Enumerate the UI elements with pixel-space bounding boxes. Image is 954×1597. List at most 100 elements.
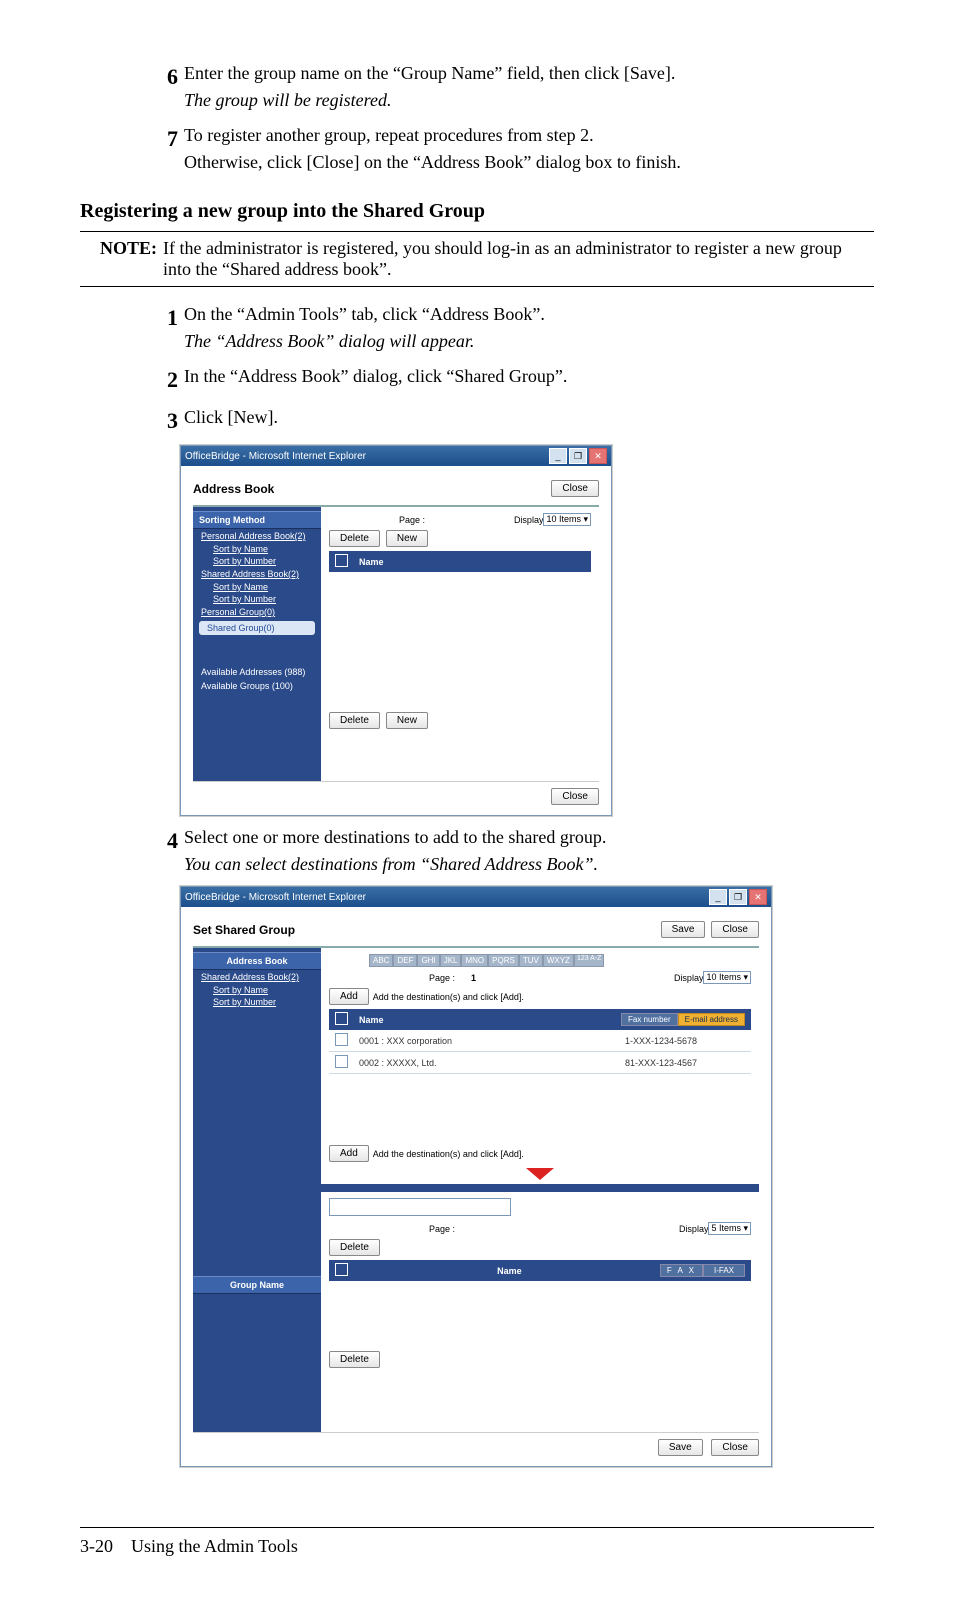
sidebar-personal-group[interactable]: Personal Group(0) [193,605,321,619]
sidebar-sort-by-name[interactable]: Sort by Name [193,984,321,996]
sidebar-available-addresses: Available Addresses (988) [193,665,321,679]
alpha-tab[interactable]: TUV [519,954,543,967]
step-text: Click [New]. [184,407,278,427]
fax-tab[interactable]: F A X [660,1264,703,1277]
close-icon[interactable]: ✕ [749,889,767,905]
footer-title: Using the Admin Tools [131,1536,298,1557]
sidebar-shared-ab[interactable]: Shared Address Book(2) [193,567,321,581]
add-row: Add Add the destination(s) and click [Ad… [329,988,751,1005]
display-value: 10 Items [546,514,581,524]
toolbar-top: Page : Display 10 Items ▾ [329,513,591,526]
window-title: OfficeBridge - Microsoft Internet Explor… [185,451,366,462]
sidebar-personal-ab[interactable]: Personal Address Book(2) [193,529,321,543]
table-header-lower: Name F A XI-FAX [329,1260,751,1281]
email-address-tab[interactable]: E-mail address [678,1013,745,1026]
step-number: 4 [150,824,184,878]
name-column-header: Name [353,1015,621,1025]
upper-step-list: 6 Enter the group name on the “Group Nam… [150,60,874,176]
arrow-down-icon [526,1168,554,1180]
table-row: 0001 : XXX corporation 1-XXX-1234-5678 [329,1030,751,1052]
sidebar-shared-group-active[interactable]: Shared Group(0) [199,621,315,635]
delete-button[interactable]: Delete [329,1351,380,1368]
table-header: Name [329,551,591,572]
alpha-tab[interactable]: WXYZ [543,954,574,967]
alpha-tab[interactable]: PQRS [488,954,519,967]
ifax-tab[interactable]: I-FAX [703,1264,745,1277]
sidebar-sort-by-number[interactable]: Sort by Number [193,996,321,1008]
sidebar-sort-by-name[interactable]: Sort by Name [193,581,321,593]
sidebar-sort-by-number[interactable]: Sort by Number [193,593,321,605]
dialog-title: Set Shared Group [193,923,655,937]
step-text: On the “Admin Tools” tab, click “Address… [184,304,545,324]
close-icon[interactable]: ✕ [589,448,607,464]
new-button[interactable]: New [386,530,428,547]
dialog-body: Address Book Shared Address Book(2) Sort… [193,948,759,1432]
page-label: Page : [429,1224,455,1234]
delete-button[interactable]: Delete [329,530,380,547]
display-label: Display [674,973,704,983]
step-number: 2 [150,363,184,396]
sidebar-sort-by-number[interactable]: Sort by Number [193,555,321,567]
add-button[interactable]: Add [329,988,369,1005]
close-button[interactable]: Close [711,921,759,938]
display-select[interactable]: 10 Items ▾ [543,513,591,526]
step-7: 7 To register another group, repeat proc… [150,122,874,176]
alpha-tab[interactable]: MNO [461,954,488,967]
sidebar: Sorting Method Personal Address Book(2) … [193,507,321,781]
sidebar-shared-ab[interactable]: Shared Address Book(2) [193,970,321,984]
display-select[interactable]: 5 Items ▾ [708,1222,751,1235]
toolbar-lower: Page : Display 5 Items ▾ [329,1222,751,1235]
sidebar-address-book: Address Book [193,952,321,970]
sidebar-sort-by-name[interactable]: Sort by Name [193,543,321,555]
select-all-checkbox[interactable] [335,1012,348,1025]
maximize-icon[interactable]: ❐ [729,889,747,905]
empty-lower-table [329,1281,751,1351]
save-button[interactable]: Save [658,1439,703,1456]
step-italic: The group will be registered. [184,90,391,110]
table-header: Name Fax numberE-mail address [329,1009,751,1030]
alpha-tab[interactable]: ABC [369,954,393,967]
page-value: 1 [471,973,476,983]
row-checkbox[interactable] [335,1055,348,1068]
add-button[interactable]: Add [329,1145,369,1162]
row-checkbox[interactable] [335,1033,348,1046]
fax-number-tab[interactable]: Fax number [621,1013,678,1026]
close-button[interactable]: Close [711,1439,759,1456]
display-select[interactable]: 10 Items ▾ [703,971,751,984]
page-label: Page : [429,973,455,983]
row-name: 0002 : XXXXX, Ltd. [353,1058,625,1068]
step-list-after-ss1: 4 Select one or more destinations to add… [150,824,874,878]
step-body: On the “Admin Tools” tab, click “Address… [184,301,545,355]
select-all-checkbox[interactable] [335,554,348,567]
add-hint: Add the destination(s) and click [Add]. [373,1149,524,1159]
alpha-tab[interactable]: 123 A-Z [574,954,605,967]
delete-button[interactable]: Delete [329,1239,380,1256]
close-button[interactable]: Close [551,480,599,497]
page-number: 3-20 [80,1536,113,1557]
step-body: In the “Address Book” dialog, click “Sha… [184,363,567,396]
sidebar-available-groups: Available Groups (100) [193,679,321,693]
alpha-tab[interactable]: JKL [440,954,462,967]
new-button[interactable]: New [386,712,428,729]
alpha-tab[interactable]: GHI [417,954,439,967]
upper-area: ABC DEF GHI JKL MNO PQRS TUV WXYZ 123 A-… [329,954,751,1184]
minimize-icon[interactable]: _ [709,889,727,905]
delete-button[interactable]: Delete [329,712,380,729]
step-number: 3 [150,404,184,437]
select-all-checkbox[interactable] [335,1263,348,1276]
content-pane: ABC DEF GHI JKL MNO PQRS TUV WXYZ 123 A-… [321,948,759,1432]
minimize-icon[interactable]: _ [549,448,567,464]
row-number: 1-XXX-1234-5678 [625,1036,745,1046]
step-italic: You can select destinations from “Shared… [184,854,598,874]
page-footer: 3-20 Using the Admin Tools [80,1527,874,1557]
maximize-icon[interactable]: ❐ [569,448,587,464]
group-name-input[interactable] [329,1198,511,1216]
dialog-footer: Save Close [193,1432,759,1456]
alpha-tab[interactable]: DEF [393,954,417,967]
save-button[interactable]: Save [661,921,706,938]
step-body: Select one or more destinations to add t… [184,824,606,878]
display-value: 10 Items [706,972,741,982]
toolbar-buttons-bottom: Delete New [329,712,591,729]
dialog-header: Address Book Close [193,476,599,507]
close-button[interactable]: Close [551,788,599,805]
